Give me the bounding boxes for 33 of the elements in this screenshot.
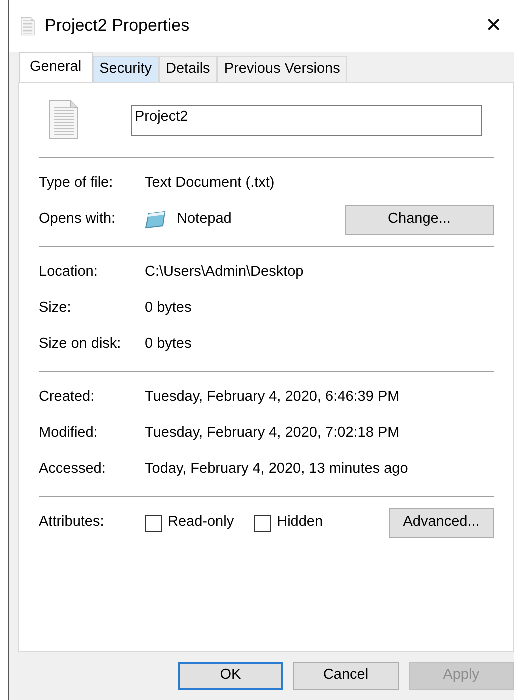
field-value: Tuesday, February 4, 2020, 6:46:39 PM: [145, 388, 400, 408]
field-value: Text Document (.txt): [145, 174, 275, 194]
checkbox[interactable]: Hidden: [254, 512, 324, 534]
text-file-icon: [49, 100, 79, 140]
field-value: C:\Users\Admin\Desktop: [145, 263, 304, 282]
notepad-icon: [145, 211, 167, 229]
dialog-button[interactable]: OK: [178, 662, 284, 690]
checkbox[interactable]: Read-only: [145, 512, 234, 534]
name-field[interactable]: Project2: [131, 104, 482, 136]
window-title: Project2 Properties: [45, 15, 190, 38]
change-button[interactable]: Change...: [345, 205, 494, 235]
field-label: Type of file:: [39, 174, 114, 194]
close-button[interactable]: ✕: [474, 6, 514, 46]
tab[interactable]: General: [19, 52, 93, 82]
tab[interactable]: Details: [158, 56, 218, 82]
field-value: 0 bytes: [145, 335, 192, 354]
tab[interactable]: Security: [92, 56, 159, 82]
field-value: 0 bytes: [145, 299, 192, 318]
field-label: Created:: [39, 388, 96, 408]
field-label: Opens with:: [39, 210, 117, 230]
field-label: Size on disk:: [39, 335, 122, 354]
dialog-button[interactable]: Cancel: [293, 662, 399, 690]
field-label: Attributes:: [39, 513, 106, 532]
field-label: Accessed:: [39, 460, 107, 480]
document-icon: [21, 16, 35, 36]
app-name: Notepad: [177, 210, 232, 230]
field-value: Today, February 4, 2020, 13 minutes ago: [145, 460, 408, 480]
field-label: Size:: [39, 299, 72, 318]
advanced-button[interactable]: Advanced...: [389, 508, 494, 538]
tab[interactable]: Previous Versions: [217, 56, 348, 82]
field-value: Tuesday, February 4, 2020, 7:02:18 PM: [145, 424, 400, 444]
field-label: Location:: [39, 263, 99, 282]
field-label: Modified:: [39, 424, 99, 444]
